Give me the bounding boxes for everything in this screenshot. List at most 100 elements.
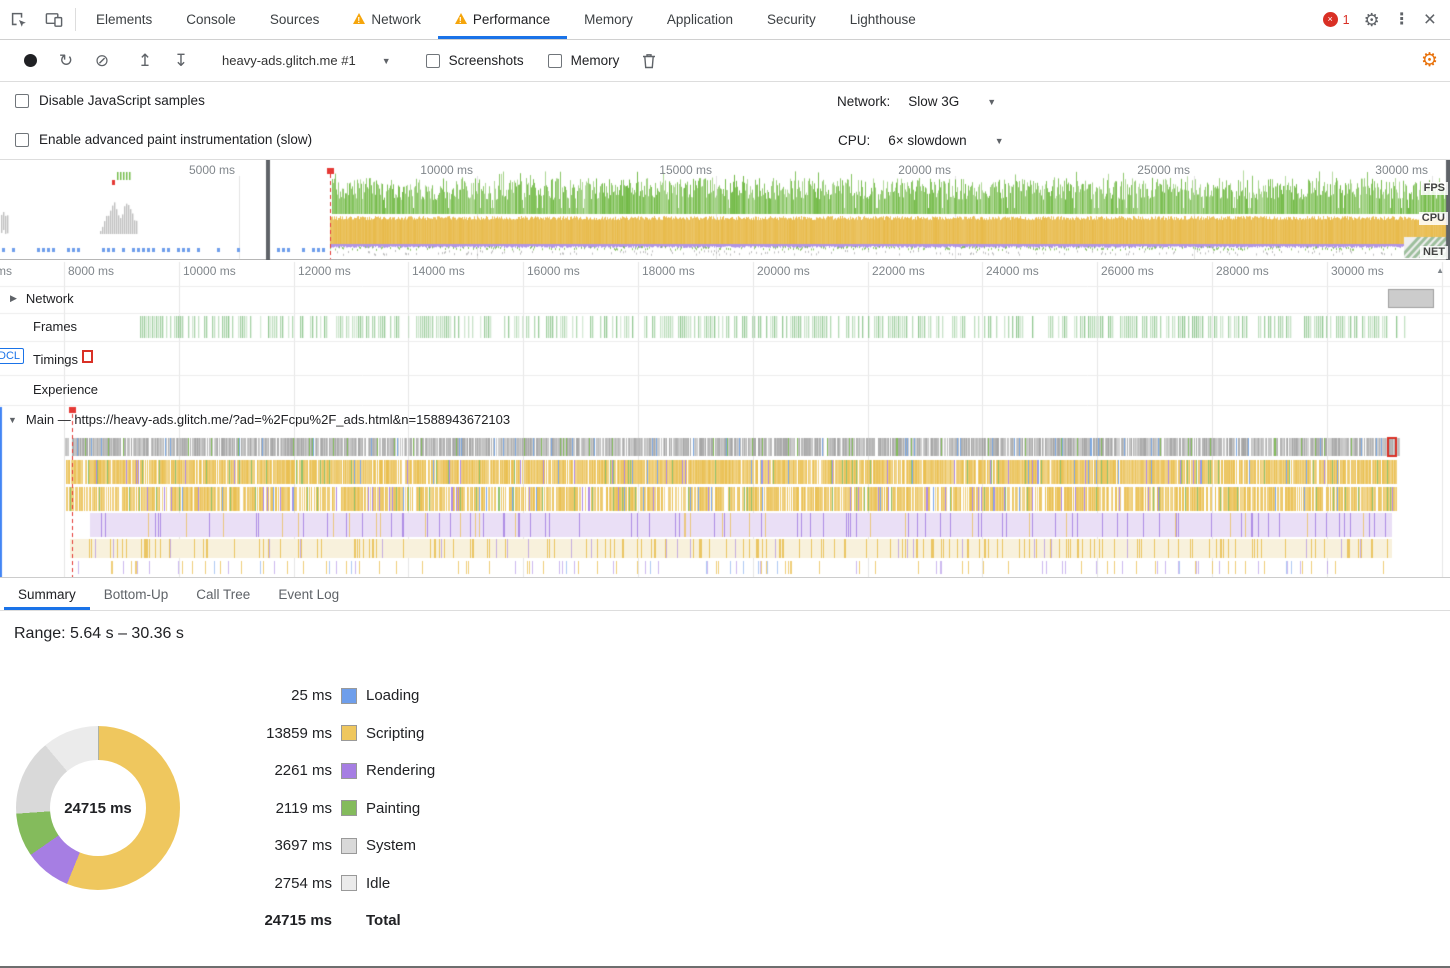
tab-application[interactable]: Application <box>650 0 750 39</box>
tab-summary[interactable]: Summary <box>4 578 90 610</box>
panel-tabs: Elements Console Sources Network Perform… <box>79 0 933 39</box>
disable-js-samples-checkbox[interactable]: Disable JavaScript samples <box>15 93 205 108</box>
network-throttle-value: Slow 3G <box>908 94 959 109</box>
load-profile-button[interactable]: ↥ <box>127 46 163 76</box>
tab-sources[interactable]: Sources <box>253 0 337 39</box>
lcp-marker-badge[interactable] <box>82 350 93 363</box>
tab-label: Application <box>667 12 733 27</box>
summary-pane: Range: 5.64 s – 30.36 s 24715 ms 25 ms L… <box>0 611 1450 966</box>
chevron-down-icon: ▼ <box>987 97 996 107</box>
legend-row: 3697 ms System <box>242 827 435 865</box>
network-throttle-select[interactable]: Network: Slow 3G ▼ <box>837 94 996 109</box>
chevron-down-icon: ▼ <box>382 56 391 66</box>
ruler-tick: 16000 ms <box>527 264 580 278</box>
tab-elements[interactable]: Elements <box>79 0 169 39</box>
ruler-tick: 8000 ms <box>68 264 114 278</box>
track-network[interactable]: ▶ Network <box>10 291 74 306</box>
legend-value: 2754 ms <box>242 875 332 892</box>
cpu-throttle-label: CPU: <box>838 133 870 148</box>
tab-memory[interactable]: Memory <box>567 0 650 39</box>
checkbox-icon <box>15 94 29 108</box>
donut-total: 24715 ms <box>50 760 146 856</box>
expand-arrow-icon[interactable]: ▼ <box>8 415 17 425</box>
track-timings-label: Timings <box>33 352 78 367</box>
ruler-tick: 26000 ms <box>1101 264 1154 278</box>
warning-icon <box>353 13 365 24</box>
capture-settings-panel: Disable JavaScript samples Enable advanc… <box>0 82 1450 160</box>
memory-checkbox[interactable]: Memory <box>536 53 632 68</box>
timeline-tracks: 6000 ms 8000 ms 10000 ms 12000 ms 14000 … <box>0 260 1450 577</box>
range-text: Range: 5.64 s – 30.36 s <box>14 625 184 643</box>
screenshots-checkbox[interactable]: Screenshots <box>414 53 536 68</box>
save-profile-button[interactable]: ↧ <box>163 46 199 76</box>
legend-label: Scripting <box>366 725 424 742</box>
record-icon <box>24 54 37 67</box>
clear-icon: ⊘ <box>95 52 109 69</box>
tab-label: Lighthouse <box>850 12 916 27</box>
screenshots-label: Screenshots <box>449 53 524 68</box>
track-frames-label: Frames <box>33 319 77 334</box>
record-button[interactable] <box>12 46 48 76</box>
summary-donut: 24715 ms <box>16 726 180 890</box>
reload-and-record-button[interactable]: ↻ <box>48 46 84 76</box>
ruler-tick: 14000 ms <box>412 264 465 278</box>
legend-row: 2261 ms Rendering <box>242 752 435 790</box>
legend-label: Painting <box>366 800 420 817</box>
legend-value: 2261 ms <box>242 762 332 779</box>
track-frames[interactable]: Frames <box>33 319 77 334</box>
legend-label: System <box>366 837 416 854</box>
cpu-throttle-select[interactable]: CPU: 6× slowdown ▼ <box>838 133 1004 148</box>
paint-instrumentation-checkbox[interactable]: Enable advanced paint instrumentation (s… <box>15 132 312 147</box>
legend-label: Loading <box>366 687 419 704</box>
ruler-tick: 20000 ms <box>757 264 810 278</box>
overview-tick: 20000 ms <box>871 163 951 177</box>
disable-js-samples-label: Disable JavaScript samples <box>39 93 205 108</box>
tab-console[interactable]: Console <box>169 0 253 39</box>
tab-lighthouse[interactable]: Lighthouse <box>833 0 933 39</box>
legend-row: 2754 ms Idle <box>242 865 435 903</box>
kebab-menu-icon[interactable]: ⋮ <box>1394 12 1410 28</box>
legend-swatch <box>341 875 357 891</box>
divider <box>75 8 76 31</box>
track-experience[interactable]: Experience <box>33 382 98 397</box>
device-toolbar-icon[interactable] <box>36 0 72 39</box>
legend-swatch <box>341 688 357 704</box>
error-count-badge[interactable]: × 1 <box>1323 12 1350 27</box>
legend-total-label: Total <box>366 912 401 929</box>
tab-performance[interactable]: Performance <box>438 0 567 39</box>
tab-network[interactable]: Network <box>336 0 438 39</box>
dcl-marker-badge[interactable]: DCL <box>0 348 24 364</box>
scrollbar-up-arrow-icon[interactable]: ▲ <box>1436 266 1444 275</box>
legend-label: Idle <box>366 875 390 892</box>
warning-icon <box>455 13 467 24</box>
profile-select[interactable]: heavy-ads.glitch.me #1 ▼ <box>210 53 403 68</box>
garbage-collect-button[interactable] <box>631 46 667 76</box>
tab-bottom-up[interactable]: Bottom-Up <box>90 578 183 610</box>
tab-event-log[interactable]: Event Log <box>264 578 353 610</box>
settings-gear-icon[interactable]: ⚙ <box>1364 11 1380 29</box>
ruler-tick: 10000 ms <box>183 264 236 278</box>
capture-settings-gear-icon[interactable]: ⚙ <box>1421 49 1438 72</box>
track-timings[interactable]: Timings <box>33 352 78 367</box>
track-main-label: Main — https://heavy-ads.glitch.me/?ad=%… <box>26 412 510 427</box>
inspect-element-icon[interactable] <box>0 0 36 39</box>
trash-icon <box>642 53 656 69</box>
tab-label: Summary <box>18 587 76 602</box>
download-icon: ↧ <box>174 52 188 69</box>
track-main[interactable]: ▼ Main — https://heavy-ads.glitch.me/?ad… <box>8 412 510 427</box>
devtools-window: Elements Console Sources Network Perform… <box>0 0 1450 968</box>
clear-button[interactable]: ⊘ <box>84 46 120 76</box>
performance-toolbar: ↻ ⊘ ↥ ↧ heavy-ads.glitch.me #1 ▼ Screens… <box>0 40 1450 82</box>
legend-swatch <box>341 725 357 741</box>
summary-legend: 25 ms Loading 13859 ms Scripting 2261 ms… <box>242 677 435 940</box>
tab-label: Performance <box>473 12 550 27</box>
overview-tick: 25000 ms <box>1110 163 1190 177</box>
cpu-label: CPU <box>1419 212 1448 225</box>
legend-total-value: 24715 ms <box>242 912 332 929</box>
memory-label: Memory <box>571 53 620 68</box>
tab-call-tree[interactable]: Call Tree <box>182 578 264 610</box>
tab-label: Event Log <box>278 587 339 602</box>
tab-security[interactable]: Security <box>750 0 833 39</box>
close-icon[interactable]: × <box>1424 9 1436 30</box>
collapse-arrow-icon[interactable]: ▶ <box>10 293 17 304</box>
